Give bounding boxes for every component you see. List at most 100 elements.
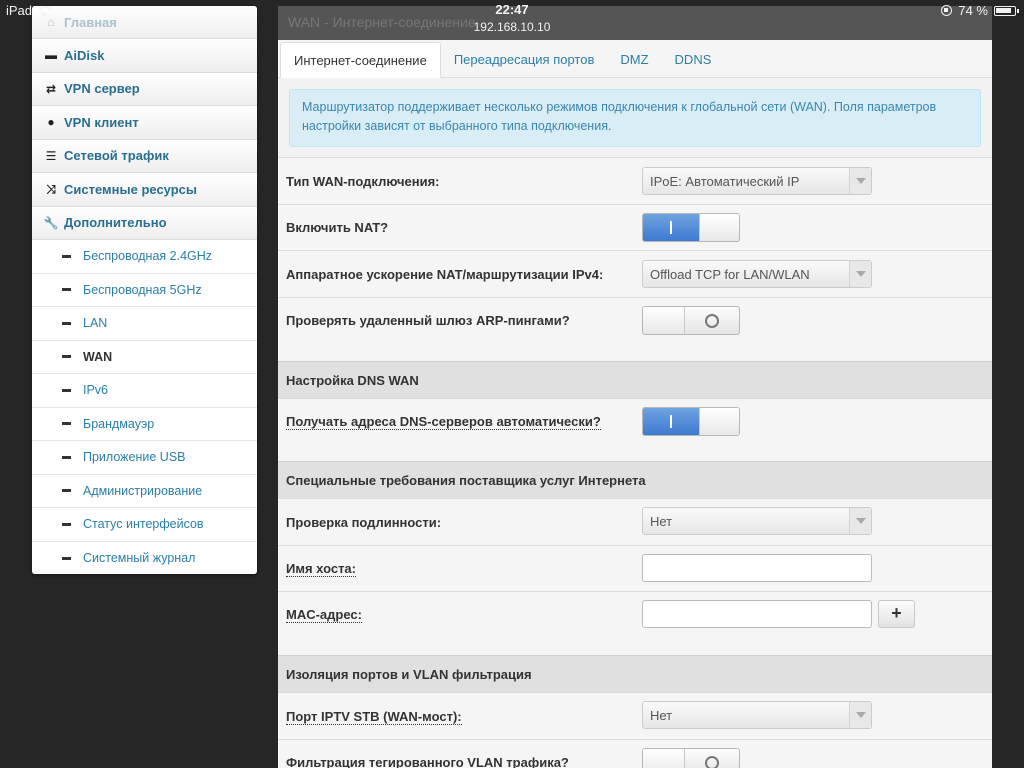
sidebar-item-label: VPN клиент — [64, 114, 139, 130]
minus-icon — [62, 556, 71, 560]
dns-auto-label: Получать адреса DNS-серверов автоматичес… — [286, 414, 601, 430]
chevron-down-icon — [849, 702, 871, 728]
hostname-label-text: Имя хоста: — [286, 561, 356, 577]
hostname-input[interactable] — [642, 554, 872, 582]
sidebar-item-label: VPN сервер — [64, 81, 140, 97]
chevron-down-icon — [849, 168, 871, 194]
mac-label: MAC-адрес: — [286, 607, 362, 623]
hw-nat-select[interactable]: Offload TCP for LAN/WLAN — [642, 260, 872, 288]
row-hostname: Имя хоста: — [278, 545, 992, 591]
sidebar-subitem-lan[interactable]: LAN — [32, 307, 257, 341]
section-isp-title: Специальные требования поставщика услуг … — [286, 473, 646, 488]
vlan-filter-toggle[interactable] — [642, 748, 740, 768]
auth-label: Проверка подлинности: — [286, 515, 442, 530]
sidebar-item-label: Сетевой трафик — [64, 148, 169, 164]
sidebar-item-traffic[interactable]: ☰ Сетевой трафик — [32, 139, 257, 173]
toggle-knob — [699, 214, 739, 241]
toggle-on-segment — [643, 408, 699, 435]
status-bar: iPad 22:47 192.168.10.10 74 % — [0, 0, 1024, 34]
sidebar-subitem-firewall[interactable]: Брандмауэр — [32, 407, 257, 441]
random-icon: ⤨ — [46, 181, 56, 196]
toggle-knob — [643, 307, 685, 334]
dns-auto-label-text: Получать адреса DNS-серверов автоматичес… — [286, 414, 601, 430]
auth-select[interactable]: Нет — [642, 507, 872, 535]
vlan-filter-label-text: Фильтрация тегированного VLAN трафика? — [286, 755, 569, 768]
tab-internet-connection[interactable]: Интернет-соединение — [280, 42, 441, 78]
tab-dmz[interactable]: DMZ — [607, 41, 661, 77]
minus-icon — [62, 288, 71, 292]
sidebar-item-vpn-client[interactable]: ● VPN клиент — [32, 106, 257, 140]
sidebar-item-advanced[interactable]: 🔧 Дополнительно — [32, 206, 257, 240]
battery-percent: 74 % — [958, 3, 988, 18]
row-nat: Включить NAT? — [278, 204, 992, 250]
sidebar-subitem-usb[interactable]: Приложение USB — [32, 441, 257, 475]
arp-toggle[interactable] — [642, 306, 740, 335]
vlan-filter-label: Фильтрация тегированного VLAN трафика? — [286, 755, 569, 768]
sidebar-subitem-iface-status[interactable]: Статус интерфейсов — [32, 508, 257, 542]
sidebar-subitem-admin[interactable]: Администрирование — [32, 474, 257, 508]
iptv-label-text: Порт IPTV STB (WAN-мост): — [286, 709, 462, 725]
section-isp: Специальные требования поставщика услуг … — [278, 461, 992, 498]
minus-icon — [62, 321, 71, 325]
row-wan-type: Тип WAN-подключения: IPoE: Автоматически… — [278, 157, 992, 204]
rotation-lock-icon — [941, 5, 953, 16]
section-dns: Настройка DNS WAN — [278, 361, 992, 398]
retweet-icon: ⇄ — [45, 81, 57, 96]
wrench-icon: 🔧 — [43, 215, 59, 230]
sidebar-item-vpn-server[interactable]: ⇄ VPN сервер — [32, 72, 257, 106]
sidebar-subitem-wifi5[interactable]: Беспроводная 5GHz — [32, 273, 257, 307]
row-arp: Проверять удаленный шлюз ARP-пингами? — [278, 297, 992, 361]
nat-toggle[interactable] — [642, 213, 740, 242]
toggle-off-circle-icon — [705, 756, 719, 768]
tab-ddns[interactable]: DDNS — [662, 41, 725, 77]
chevron-down-icon — [849, 508, 871, 534]
iptv-value: Нет — [650, 708, 673, 723]
sidebar-subitem-label: Брандмауэр — [83, 416, 155, 431]
hw-nat-label: Аппаратное ускорение NAT/маршрутизации I… — [286, 267, 604, 282]
sidebar: ⌂ Главная ▬ AiDisk ⇄ VPN сервер ● VPN кл… — [32, 6, 257, 574]
dns-auto-toggle[interactable] — [642, 407, 740, 436]
nat-label: Включить NAT? — [286, 220, 389, 235]
section-vlan-title: Изоляция портов и VLAN фильтрация — [286, 667, 532, 682]
minus-icon — [62, 489, 71, 493]
toggle-on-segment — [643, 214, 699, 241]
minus-icon — [62, 254, 71, 258]
sidebar-subitem-ipv6[interactable]: IPv6 — [32, 374, 257, 408]
iptv-select[interactable]: Нет — [642, 701, 872, 729]
info-alert: Маршрутизатор поддерживает несколько реж… — [289, 89, 981, 147]
wan-type-label: Тип WAN-подключения: — [286, 174, 440, 189]
hw-nat-value: Offload TCP for LAN/WLAN — [650, 267, 810, 282]
wan-type-value: IPoE: Автоматический IP — [650, 174, 800, 189]
row-mac: MAC-адрес: + — [278, 591, 992, 655]
sidebar-item-aidisk[interactable]: ▬ AiDisk — [32, 39, 257, 73]
sidebar-subitem-label: Администрирование — [83, 483, 203, 498]
mac-input[interactable] — [642, 600, 872, 628]
iptv-label: Порт IPTV STB (WAN-мост): — [286, 709, 462, 725]
sidebar-subitem-wifi24[interactable]: Беспроводная 2.4GHz — [32, 240, 257, 274]
row-dns-auto: Получать адреса DNS-серверов автоматичес… — [278, 398, 992, 461]
minus-icon — [62, 355, 71, 359]
add-mac-button[interactable]: + — [878, 600, 915, 628]
sidebar-subitem-syslog[interactable]: Системный журнал — [32, 541, 257, 574]
mac-label-text: MAC-адрес: — [286, 607, 362, 623]
sidebar-subitem-label: Статус интерфейсов — [83, 517, 204, 532]
tab-port-forwarding[interactable]: Переадресация портов — [441, 41, 608, 77]
toggle-knob — [643, 749, 685, 768]
row-iptv: Порт IPTV STB (WAN-мост): Нет — [278, 692, 992, 739]
sidebar-subitem-wan[interactable]: WAN — [32, 340, 257, 374]
toggle-knob — [699, 408, 739, 435]
main-panel: WAN - Интернет-соединение Интернет-соеди… — [278, 6, 992, 768]
minus-icon — [62, 422, 71, 426]
sidebar-subitem-label: LAN — [83, 316, 108, 331]
globe-icon: ● — [47, 115, 55, 130]
address-bar[interactable]: 192.168.10.10 — [0, 20, 1024, 34]
tab-bar: Интернет-соединение Переадресация портов… — [278, 40, 992, 78]
section-vlan: Изоляция портов и VLAN фильтрация — [278, 655, 992, 692]
row-auth: Проверка подлинности: Нет — [278, 498, 992, 545]
sidebar-item-resources[interactable]: ⤨ Системные ресурсы — [32, 173, 257, 207]
sidebar-subitem-label: Системный журнал — [83, 551, 196, 566]
wan-type-select[interactable]: IPoE: Автоматический IP — [642, 167, 872, 195]
tasks-icon: ☰ — [45, 148, 57, 163]
arp-label: Проверять удаленный шлюз ARP-пингами? — [286, 313, 570, 328]
chevron-down-icon — [849, 261, 871, 287]
